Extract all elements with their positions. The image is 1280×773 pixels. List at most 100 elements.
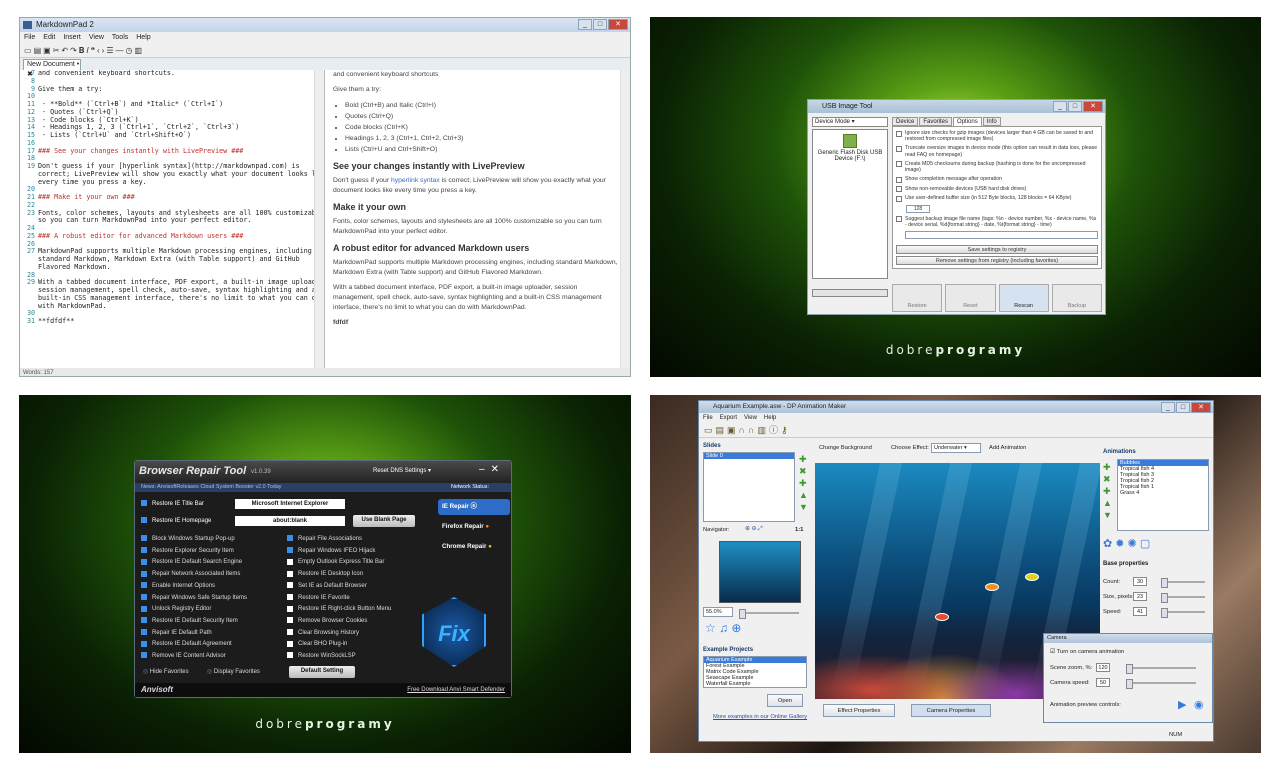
device-item[interactable]: Generic Flash Disk USB Device (F:\) bbox=[813, 150, 887, 162]
download-link[interactable]: Free Download Anvi Smart Defender bbox=[407, 683, 505, 697]
preview-link[interactable]: hyperlink syntax bbox=[391, 177, 440, 184]
navigator-thumbnail[interactable] bbox=[719, 541, 801, 603]
checkbox[interactable] bbox=[141, 640, 147, 647]
preview-icon[interactable]: ▥ bbox=[757, 425, 769, 435]
star-icon[interactable]: ☆ ♫ ⊕ bbox=[705, 621, 741, 635]
checkbox[interactable] bbox=[287, 593, 293, 600]
backup-button[interactable]: Backup bbox=[1051, 284, 1102, 312]
animations-list[interactable]: Bubbles Tropical fish 4 Tropical fish 3 Tro… bbox=[1117, 459, 1209, 531]
editor-scrollbar[interactable] bbox=[314, 70, 324, 368]
chrome-repair-tab[interactable]: Chrome Repair ● bbox=[438, 539, 510, 555]
option-row[interactable]: Show non-removable devices (USB hard dis… bbox=[896, 186, 1098, 193]
option-row[interactable]: Use user-defined buffer size (in 512 Byt… bbox=[896, 195, 1098, 202]
checkbox[interactable] bbox=[287, 652, 293, 659]
repair-option[interactable]: Block Windows Startup Pop-up bbox=[141, 534, 235, 545]
news-text[interactable]: News: AnvisoftReleases Cloud System Boos… bbox=[141, 484, 281, 490]
ie-repair-tab[interactable]: IE Repair ⓔ bbox=[438, 499, 510, 515]
animation-controls[interactable]: ✚ ✖ ✚ ▲ ▼ bbox=[1103, 461, 1112, 521]
restore-button[interactable]: Restore bbox=[892, 284, 943, 312]
maximize-button[interactable]: □ bbox=[1176, 402, 1190, 413]
magnet-icon[interactable]: ∩ bbox=[739, 425, 748, 435]
repair-option[interactable]: Repair Network Associated Items bbox=[141, 569, 240, 580]
online-gallery-link[interactable]: More examples in our Online Gallery bbox=[713, 714, 807, 720]
menu-export[interactable]: Export bbox=[720, 413, 737, 423]
new-icon[interactable]: ▭ bbox=[704, 425, 716, 435]
minimize-button[interactable]: _ bbox=[1053, 101, 1067, 112]
count-slider[interactable] bbox=[1161, 578, 1205, 588]
checkbox[interactable] bbox=[141, 558, 147, 565]
checkbox[interactable] bbox=[141, 535, 147, 542]
close-button[interactable]: ✕ bbox=[1191, 402, 1211, 413]
checkbox[interactable] bbox=[896, 161, 902, 168]
buffer-size-field[interactable]: 128 bbox=[906, 204, 930, 213]
checkbox[interactable] bbox=[141, 629, 147, 636]
reset-button[interactable]: Reset bbox=[945, 284, 996, 312]
repair-option[interactable]: Empty Outlook Express Title Bar bbox=[287, 557, 384, 568]
undo-icon[interactable]: ↶ bbox=[61, 46, 70, 55]
repair-option[interactable]: Remove IE Content Advisor bbox=[141, 651, 226, 662]
fix-button[interactable]: Fix bbox=[422, 597, 486, 667]
option-row[interactable]: Show completion message after operation bbox=[896, 176, 1098, 183]
repair-option[interactable]: Repair Windows Safe Startup Items bbox=[141, 593, 247, 604]
stop-icon[interactable]: ◉ bbox=[1194, 698, 1204, 711]
animation-item[interactable]: Grass 4 bbox=[1118, 490, 1208, 496]
open-icon[interactable]: ▤ bbox=[716, 425, 728, 435]
new-icon[interactable]: ▭ bbox=[24, 46, 34, 55]
checkbox[interactable] bbox=[141, 517, 147, 524]
window-controls[interactable]: –✕ bbox=[479, 464, 505, 475]
menu-help[interactable]: Help bbox=[136, 32, 150, 44]
option-row[interactable]: Suggest backup image file name (tags: %n… bbox=[896, 216, 1098, 228]
tab-new-document[interactable]: New Document • ✖ bbox=[23, 59, 81, 78]
checkbox[interactable] bbox=[287, 547, 293, 554]
repair-option[interactable]: Restore IE Favorite bbox=[287, 593, 350, 604]
option-row[interactable]: Create MD5 checksums during backup (hash… bbox=[896, 161, 1098, 173]
examples-list[interactable]: Aquarium Example Forest Example Matrix Cod… bbox=[703, 656, 807, 688]
repair-option[interactable]: Restore Explorer Security Item bbox=[141, 546, 234, 557]
repair-option[interactable]: Remove Browser Cookies bbox=[287, 616, 367, 627]
device-list[interactable]: Generic Flash Disk USB Device (F:\) bbox=[812, 129, 888, 279]
info-icon[interactable]: ⓘ bbox=[769, 425, 781, 435]
homepage-input[interactable]: about:blank bbox=[235, 516, 345, 526]
maximize-button[interactable]: □ bbox=[593, 19, 607, 30]
checkbox[interactable] bbox=[141, 617, 147, 624]
checkbox[interactable] bbox=[141, 500, 147, 507]
property-tabs[interactable]: ✿ ✹ ✺ ▢ bbox=[1103, 537, 1150, 550]
add-animation-button[interactable]: Add Animation bbox=[989, 445, 1026, 451]
open-button[interactable]: Open bbox=[767, 694, 803, 707]
rule-icon[interactable]: — bbox=[115, 46, 125, 55]
title-bar-input[interactable]: Microsoft Internet Explorer bbox=[235, 499, 345, 509]
camera-properties-button[interactable]: Camera Properties bbox=[911, 704, 991, 717]
save-settings-button[interactable]: Save settings to registry bbox=[896, 245, 1098, 255]
preview-icon[interactable]: ▥ bbox=[134, 46, 144, 55]
menu-insert[interactable]: Insert bbox=[63, 32, 81, 44]
filename-pattern-field[interactable] bbox=[905, 231, 1098, 240]
remove-settings-button[interactable]: Remove settings from registry (including… bbox=[896, 256, 1098, 266]
repair-option[interactable]: Repair IE Default Path bbox=[141, 628, 212, 639]
firefox-repair-tab[interactable]: Firefox Repair ● bbox=[438, 519, 510, 535]
repair-option[interactable]: Set IE as Default Browser bbox=[287, 581, 367, 592]
rescan-button[interactable]: Rescan bbox=[998, 284, 1049, 312]
count-field[interactable]: 30 bbox=[1133, 577, 1147, 586]
checkbox[interactable] bbox=[287, 558, 293, 565]
save-icon[interactable]: ▣ bbox=[43, 46, 53, 55]
zoom-icons[interactable]: ⊕ ⊖ ⤢ bbox=[745, 526, 763, 533]
display-favorites-radio[interactable]: ◎ Display Favorites bbox=[207, 667, 260, 678]
menu-tools[interactable]: Tools bbox=[112, 32, 128, 44]
repair-option[interactable]: Unlock Registry Editor bbox=[141, 604, 211, 615]
checkbox[interactable] bbox=[141, 582, 147, 589]
homepage-option[interactable]: Restore IE Homepage bbox=[141, 516, 211, 527]
redo-icon[interactable]: ↷ bbox=[70, 46, 79, 55]
tab-info[interactable]: Info bbox=[982, 117, 1001, 126]
code-icon[interactable]: ‹› bbox=[97, 46, 106, 55]
tab-favorites[interactable]: Favorites bbox=[919, 117, 953, 126]
checkbox[interactable] bbox=[287, 640, 293, 647]
option-row[interactable]: Truncate oversize images in device mode … bbox=[896, 145, 1098, 158]
camera-speed-field[interactable]: 50 bbox=[1096, 678, 1110, 687]
camera-speed-slider[interactable] bbox=[1126, 679, 1196, 689]
repair-option[interactable]: Clear BHO Plug-in bbox=[287, 639, 347, 650]
menu-file[interactable]: File bbox=[24, 32, 35, 44]
slide-item[interactable]: Slide 0 bbox=[704, 453, 794, 459]
checkbox[interactable] bbox=[287, 570, 293, 577]
key-icon[interactable]: ⚷ bbox=[781, 425, 791, 435]
checkbox[interactable] bbox=[141, 547, 147, 554]
